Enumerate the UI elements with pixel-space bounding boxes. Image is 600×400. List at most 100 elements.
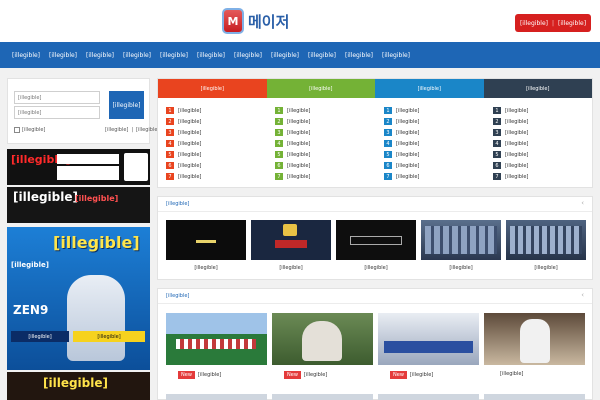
thumbnail[interactable]: [421, 220, 501, 260]
password-input[interactable]: [14, 106, 100, 119]
photo-caption[interactable]: [illegible]: [500, 371, 600, 377]
photo-caption[interactable]: New [illegible]: [390, 371, 491, 379]
login-button[interactable]: [illegible]: [109, 91, 144, 119]
photo-thumbnail[interactable]: [378, 313, 479, 365]
post-title[interactable]: [illegible]: [178, 108, 266, 114]
ad-banner-1[interactable]: [illegible]: [7, 149, 150, 185]
post-title[interactable]: [illegible]: [178, 130, 266, 136]
thumbnail-caption[interactable]: [illegible]: [251, 265, 331, 271]
post-title[interactable]: [illegible]: [505, 130, 593, 136]
section-title[interactable]: [illegible]: [166, 201, 189, 207]
post-title[interactable]: [illegible]: [505, 119, 593, 125]
photo-caption[interactable]: New [illegible]: [178, 371, 279, 379]
ad-banner-2[interactable]: [illegible] [illegible]: [7, 187, 150, 223]
board-list-item[interactable]: 7 [illegible]: [493, 171, 593, 182]
board-list-item[interactable]: 4 [illegible]: [384, 138, 484, 149]
board-list-item[interactable]: 2 [illegible]: [275, 116, 375, 127]
post-title[interactable]: [illegible]: [396, 141, 484, 147]
thumbnail-caption[interactable]: [illegible]: [336, 265, 416, 271]
nav-item[interactable]: [illegible]: [160, 52, 196, 59]
board-list-item[interactable]: 7 [illegible]: [166, 171, 266, 182]
nav-item[interactable]: [illegible]: [197, 52, 233, 59]
photo-thumbnail[interactable]: [166, 313, 267, 365]
photo-title[interactable]: [illegible]: [198, 372, 272, 378]
board-tab[interactable]: [illegible]: [266, 79, 375, 98]
board-list-item[interactable]: 5 [illegible]: [166, 149, 266, 160]
post-title[interactable]: [illegible]: [396, 163, 484, 169]
board-tab[interactable]: [illegible]: [158, 79, 267, 98]
post-title[interactable]: [illegible]: [396, 152, 484, 158]
ad-banner-3[interactable]: [illegible] [illegible] ZEN9 [illegible]…: [7, 227, 150, 370]
board-list-item[interactable]: 7 [illegible]: [275, 171, 375, 182]
thumbnail-caption[interactable]: [illegible]: [166, 265, 246, 271]
thumbnail[interactable]: [251, 220, 331, 260]
signup-link[interactable]: [illegible]: [136, 127, 159, 133]
post-title[interactable]: [illegible]: [178, 141, 266, 147]
photo-thumbnail-next-row[interactable]: [378, 394, 479, 400]
board-list-item[interactable]: 3 [illegible]: [166, 127, 266, 138]
post-title[interactable]: [illegible]: [287, 108, 375, 114]
post-title[interactable]: [illegible]: [287, 174, 375, 180]
thumbnail-caption[interactable]: [illegible]: [506, 265, 586, 271]
nav-item[interactable]: [illegible]: [382, 52, 418, 59]
photo-thumbnail-next-row[interactable]: [166, 394, 267, 400]
post-title[interactable]: [illegible]: [287, 141, 375, 147]
board-list-item[interactable]: 2 [illegible]: [166, 116, 266, 127]
photo-caption[interactable]: New [illegible]: [284, 371, 385, 379]
more-icon[interactable]: ‹: [581, 291, 584, 299]
find-account-link[interactable]: [illegible]: [105, 127, 128, 133]
post-title[interactable]: [illegible]: [505, 108, 593, 114]
thumbnail-caption[interactable]: [illegible]: [421, 265, 501, 271]
photo-thumbnail-next-row[interactable]: [484, 394, 585, 400]
board-list-item[interactable]: 6 [illegible]: [275, 160, 375, 171]
post-title[interactable]: [illegible]: [505, 163, 593, 169]
post-title[interactable]: [illegible]: [505, 141, 593, 147]
remember-checkbox[interactable]: [14, 127, 20, 133]
board-list-item[interactable]: 5 [illegible]: [275, 149, 375, 160]
photo-thumbnail-next-row[interactable]: [272, 394, 373, 400]
post-title[interactable]: [illegible]: [287, 119, 375, 125]
thumbnail[interactable]: [336, 220, 416, 260]
board-list-item[interactable]: 2 [illegible]: [384, 116, 484, 127]
post-title[interactable]: [illegible]: [178, 163, 266, 169]
board-list-item[interactable]: 3 [illegible]: [493, 127, 593, 138]
board-list-item[interactable]: 3 [illegible]: [275, 127, 375, 138]
remember-login[interactable]: [illegible]: [14, 127, 45, 133]
photo-title[interactable]: [illegible]: [304, 372, 378, 378]
thumbnail[interactable]: [506, 220, 586, 260]
post-title[interactable]: [illegible]: [396, 130, 484, 136]
board-list-item[interactable]: 4 [illegible]: [166, 138, 266, 149]
photo-thumbnail[interactable]: [484, 313, 585, 365]
post-title[interactable]: [illegible]: [396, 119, 484, 125]
board-list-item[interactable]: 6 [illegible]: [384, 160, 484, 171]
thumbnail[interactable]: [166, 220, 246, 260]
ad-banner-4[interactable]: [illegible]: [7, 372, 150, 400]
username-input[interactable]: [14, 91, 100, 104]
board-tab[interactable]: [illegible]: [483, 79, 592, 98]
board-list-item[interactable]: 6 [illegible]: [493, 160, 593, 171]
nav-item[interactable]: [illegible]: [308, 52, 344, 59]
nav-item[interactable]: [illegible]: [345, 52, 381, 59]
section-title[interactable]: [illegible]: [166, 293, 189, 299]
photo-title[interactable]: [illegible]: [410, 372, 484, 378]
nav-item[interactable]: [illegible]: [271, 52, 307, 59]
post-title[interactable]: [illegible]: [287, 152, 375, 158]
nav-item[interactable]: [illegible]: [49, 52, 85, 59]
login-link[interactable]: [illegible]: [520, 20, 548, 27]
post-title[interactable]: [illegible]: [396, 108, 484, 114]
nav-item[interactable]: [illegible]: [123, 52, 159, 59]
board-list-item[interactable]: 5 [illegible]: [384, 149, 484, 160]
board-list-item[interactable]: 6 [illegible]: [166, 160, 266, 171]
site-logo[interactable]: M 메이저: [222, 7, 289, 35]
board-list-item[interactable]: 4 [illegible]: [493, 138, 593, 149]
nav-item[interactable]: [illegible]: [12, 52, 48, 59]
post-title[interactable]: [illegible]: [178, 119, 266, 125]
board-list-item[interactable]: 2 [illegible]: [493, 116, 593, 127]
post-title[interactable]: [illegible]: [396, 174, 484, 180]
post-title[interactable]: [illegible]: [505, 174, 593, 180]
board-list-item[interactable]: 1 [illegible]: [275, 105, 375, 116]
post-title[interactable]: [illegible]: [287, 163, 375, 169]
post-title[interactable]: [illegible]: [178, 152, 266, 158]
board-list-item[interactable]: 5 [illegible]: [493, 149, 593, 160]
board-list-item[interactable]: 7 [illegible]: [384, 171, 484, 182]
